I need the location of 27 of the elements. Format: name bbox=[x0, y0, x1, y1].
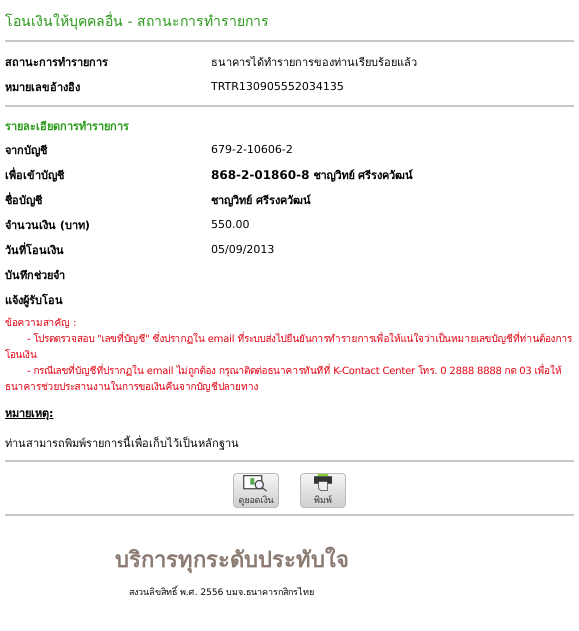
field-value: ธนาคารได้ทำรายการของท่านเรียบร้อยแล้ว bbox=[211, 54, 417, 70]
field-label: วันที่โอนเงิน bbox=[5, 241, 65, 258]
print-button[interactable]: พิมพ์ bbox=[300, 473, 346, 508]
field-label: ชื่อบัญชี bbox=[5, 191, 44, 208]
field-value: 550.00 bbox=[211, 218, 250, 231]
field-label: สถานะการทำรายการ bbox=[5, 54, 109, 70]
copyright-text: สงวนลิขสิทธิ์ พ.ศ. 2556 บมจ.ธนาคารกสิกรไทย bbox=[129, 585, 574, 599]
note-heading: หมายเหตุ: bbox=[5, 406, 54, 422]
field-label: บันทึกช่วยจำ bbox=[5, 268, 66, 284]
field-label: จำนวนเงิน (บาท) bbox=[5, 218, 91, 234]
page-title: โอนเงินให้บุคคลอื่น - สถานะการทำรายการ bbox=[5, 0, 574, 40]
warning-heading: ข้อความสาคัญ : bbox=[5, 316, 78, 331]
slogan: บริการทุกระดับประทับใจ bbox=[115, 546, 350, 576]
section-heading: รายละเอียดการทำรายการ bbox=[5, 119, 130, 135]
balance-button[interactable]: ดูยอดเงิน bbox=[233, 473, 279, 508]
warning-text: - กรณีเลขที่บัญชีที่ปรากฏใน email ไม่ถูกต้อง กรุณาติดต่อธนาคารทันทีที่ K-Contact Center โทร. 0 2888 8888 กด 03 เพื่อให้ธนาคารช่วยประสานงานในการขอเงินคืนจากบัญชีปลายทาง bbox=[5, 364, 574, 396]
field-label: จากบัญชี bbox=[5, 142, 48, 158]
field-label: เพื่อเข้าบัญชี bbox=[5, 166, 66, 184]
field-value: 868-2-01860-8 ชาญวิทย์ ศรีรงควัฒน์ bbox=[211, 166, 414, 184]
warning-text: - โปรดตรวจสอบ "เลขที่บัญชี" ซึ่งปรากฏใน email ที่ระบบส่งไปยืนยันการทำรายการเพื่อให้แน่ใจว่าเป็นหมายเลขบัญชีที่ท่านต้องการโอนเงิน bbox=[5, 332, 574, 364]
note-text: ท่านสามารถพิมพ์รายการนี้เพื่อเก็บไว้เป็นหลักฐาน bbox=[5, 434, 240, 452]
field-value: ชาญวิทย์ ศรีรงควัฒน์ bbox=[211, 192, 311, 208]
field-value: 679-2-10606-2 bbox=[211, 143, 293, 156]
field-value: 05/09/2013 bbox=[211, 243, 274, 256]
field-value: TRTR130905552034135 bbox=[211, 80, 344, 93]
field-label: แจ้งผู้รับโอน bbox=[5, 292, 64, 308]
field-label: หมายเลขอ้างอิง bbox=[5, 80, 81, 96]
